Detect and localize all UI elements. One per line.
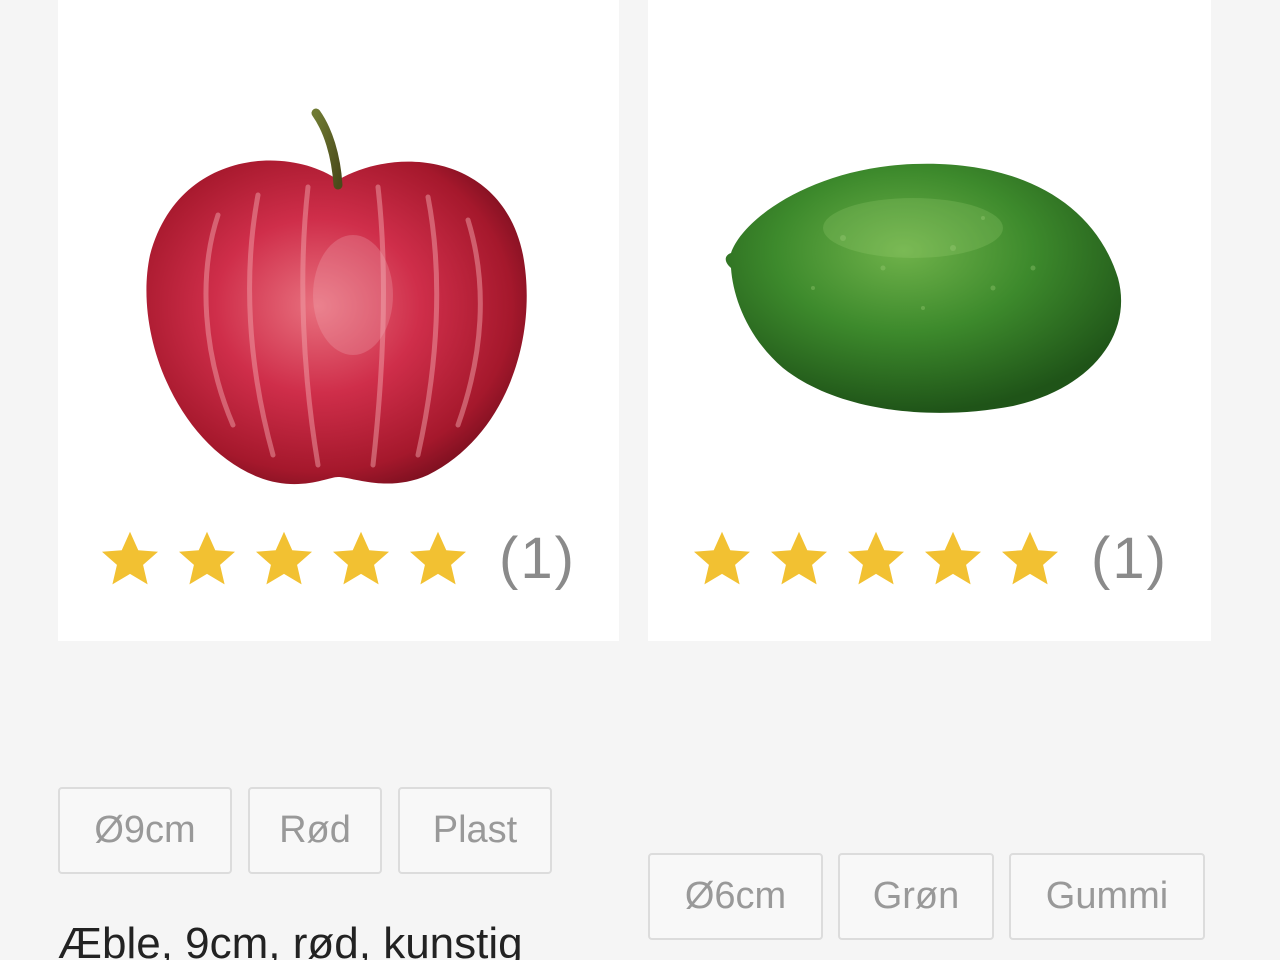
star-icon bbox=[256, 531, 312, 585]
star-icon bbox=[694, 531, 750, 585]
product-card-apple[interactable]: (1) bbox=[58, 0, 619, 641]
star-icon bbox=[102, 531, 158, 585]
rating-count[interactable]: (1) bbox=[499, 530, 576, 588]
star-icon bbox=[848, 531, 904, 585]
product-title[interactable]: Æble, 9cm, rød, kunstig bbox=[58, 918, 523, 960]
product-grid: (1) (1) Ø9cm Rød Plast Ø6cm Grøn Gummi Æ… bbox=[0, 0, 1280, 960]
tag-color[interactable]: Rød bbox=[248, 787, 382, 874]
tag-size[interactable]: Ø6cm bbox=[648, 853, 823, 940]
star-icon bbox=[333, 531, 389, 585]
tag-material[interactable]: Gummi bbox=[1009, 853, 1205, 940]
star-icon bbox=[410, 531, 466, 585]
tag-color[interactable]: Grøn bbox=[838, 853, 994, 940]
apple-image[interactable] bbox=[138, 105, 538, 495]
product-card-lime[interactable]: (1) bbox=[648, 0, 1211, 641]
star-icon bbox=[771, 531, 827, 585]
rating-apple: (1) bbox=[98, 524, 576, 594]
lime-image[interactable] bbox=[723, 158, 1128, 418]
star-icon bbox=[1002, 531, 1058, 585]
star-icon bbox=[179, 531, 235, 585]
rating-lime: (1) bbox=[690, 524, 1168, 594]
star-icon bbox=[925, 531, 981, 585]
tag-material[interactable]: Plast bbox=[398, 787, 552, 874]
rating-count[interactable]: (1) bbox=[1091, 530, 1168, 588]
tag-size[interactable]: Ø9cm bbox=[58, 787, 232, 874]
